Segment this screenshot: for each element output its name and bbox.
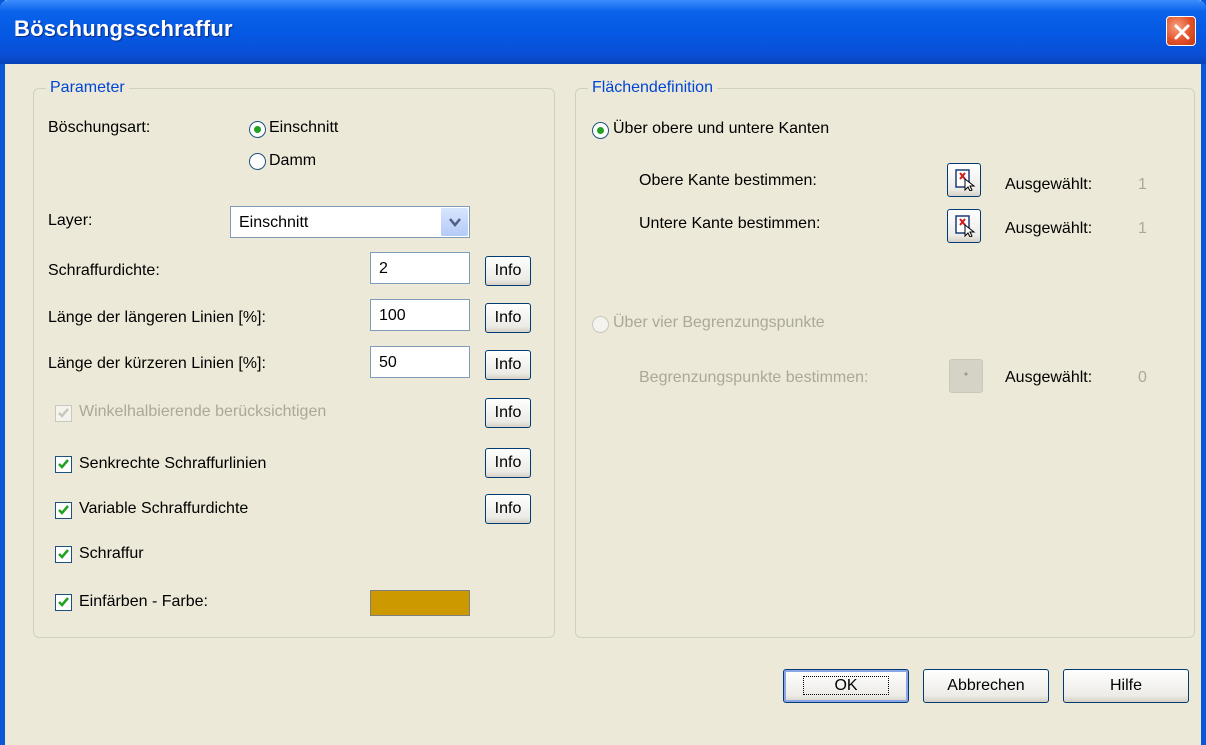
chevron-down-icon	[449, 218, 461, 227]
info-button-winkel[interactable]: Info	[485, 398, 531, 428]
dialog-window: Böschungsschraffur Parameter Böschungsar…	[0, 0, 1206, 745]
checkmark-icon	[58, 459, 69, 469]
schraffur-label[interactable]: Schraffur	[79, 545, 144, 563]
layer-select-value: Einschnitt	[239, 214, 309, 231]
obere-ausgewaehlt-label: Ausgewählt:	[1005, 176, 1093, 193]
close-icon	[1174, 24, 1190, 40]
dropdown-arrow[interactable]	[440, 208, 468, 236]
checkbox-schraffur[interactable]	[55, 546, 72, 563]
checkmark-icon	[58, 597, 69, 607]
window-title: Böschungsschraffur	[14, 16, 233, 41]
pick-cursor-icon	[955, 215, 976, 237]
cancel-button[interactable]: Abbrechen	[923, 669, 1049, 703]
flaechendefinition-legend: Flächendefinition	[588, 79, 717, 97]
checkbox-winkelhalbierende[interactable]	[55, 405, 72, 422]
info-button-kuerzere[interactable]: Info	[485, 350, 531, 380]
begrenzungspunkte-label: Begrenzungspunkte bestimmen:	[639, 369, 869, 386]
variable-label[interactable]: Variable Schraffurdichte	[79, 500, 248, 518]
schraffurdichte-input[interactable]: 2	[370, 252, 470, 284]
radio-kanten[interactable]	[592, 122, 609, 139]
layer-select[interactable]: Einschnitt	[230, 206, 470, 238]
help-button[interactable]: Hilfe	[1063, 669, 1189, 703]
schraffurdichte-label: Schraffurdichte:	[48, 262, 160, 279]
flaechendefinition-group: Flächendefinition	[575, 79, 1195, 638]
radio-kanten-label[interactable]: Über obere und untere Kanten	[613, 120, 829, 138]
ok-button-label: OK	[803, 676, 889, 695]
untere-ausgewaehlt-label: Ausgewählt:	[1005, 220, 1093, 237]
checkmark-icon	[58, 549, 69, 559]
radio-damm[interactable]	[249, 153, 266, 170]
color-swatch[interactable]	[370, 590, 470, 616]
checkbox-variable[interactable]	[55, 502, 72, 519]
laengere-linien-input[interactable]: 100	[370, 299, 470, 331]
info-button-dichte[interactable]: Info	[485, 256, 531, 286]
kuerzere-linien-label: Länge der kürzeren Linien [%]:	[48, 355, 266, 372]
radio-einschnitt[interactable]	[249, 121, 266, 138]
pick-cursor-icon	[955, 169, 976, 191]
close-button[interactable]	[1166, 16, 1196, 46]
untere-kante-label: Untere Kante bestimmen:	[639, 215, 821, 232]
checkbox-einfaerben[interactable]	[55, 594, 72, 611]
winkelhalbierende-label[interactable]: Winkelhalbierende berücksichtigen	[79, 403, 326, 421]
obere-kante-pick-button[interactable]	[947, 163, 981, 197]
begrenzungspunkte-pick-button[interactable]	[949, 359, 983, 393]
parameter-legend: Parameter	[46, 79, 129, 97]
radio-punkte[interactable]	[592, 316, 609, 333]
layer-label: Layer:	[48, 212, 93, 229]
untere-count: 1	[1138, 220, 1147, 237]
einfaerben-label[interactable]: Einfärben - Farbe:	[79, 593, 208, 611]
info-button-laengere[interactable]: Info	[485, 303, 531, 333]
ok-button[interactable]: OK	[783, 669, 909, 703]
untere-kante-pick-button[interactable]	[947, 209, 981, 243]
obere-kante-label: Obere Kante bestimmen:	[639, 172, 817, 189]
checkmark-icon	[58, 505, 69, 515]
senkrechte-label[interactable]: Senkrechte Schraffurlinien	[79, 455, 266, 473]
laengere-linien-label: Länge der längeren Linien [%]:	[48, 309, 266, 326]
radio-damm-label[interactable]: Damm	[269, 152, 316, 170]
point-icon	[964, 372, 968, 376]
title-bar[interactable]: Böschungsschraffur	[0, 0, 1206, 64]
radio-einschnitt-label[interactable]: Einschnitt	[269, 119, 338, 137]
checkmark-icon	[58, 408, 69, 418]
info-button-variable[interactable]: Info	[485, 494, 531, 524]
checkbox-senkrechte[interactable]	[55, 456, 72, 473]
punkte-count: 0	[1138, 369, 1147, 386]
radio-punkte-label[interactable]: Über vier Begrenzungspunkte	[613, 314, 825, 332]
info-button-senkrechte[interactable]: Info	[485, 448, 531, 478]
kuerzere-linien-input[interactable]: 50	[370, 346, 470, 378]
boeschungsart-label: Böschungsart:	[48, 119, 151, 136]
obere-count: 1	[1138, 176, 1147, 193]
punkte-ausgewaehlt-label: Ausgewählt:	[1005, 369, 1093, 386]
